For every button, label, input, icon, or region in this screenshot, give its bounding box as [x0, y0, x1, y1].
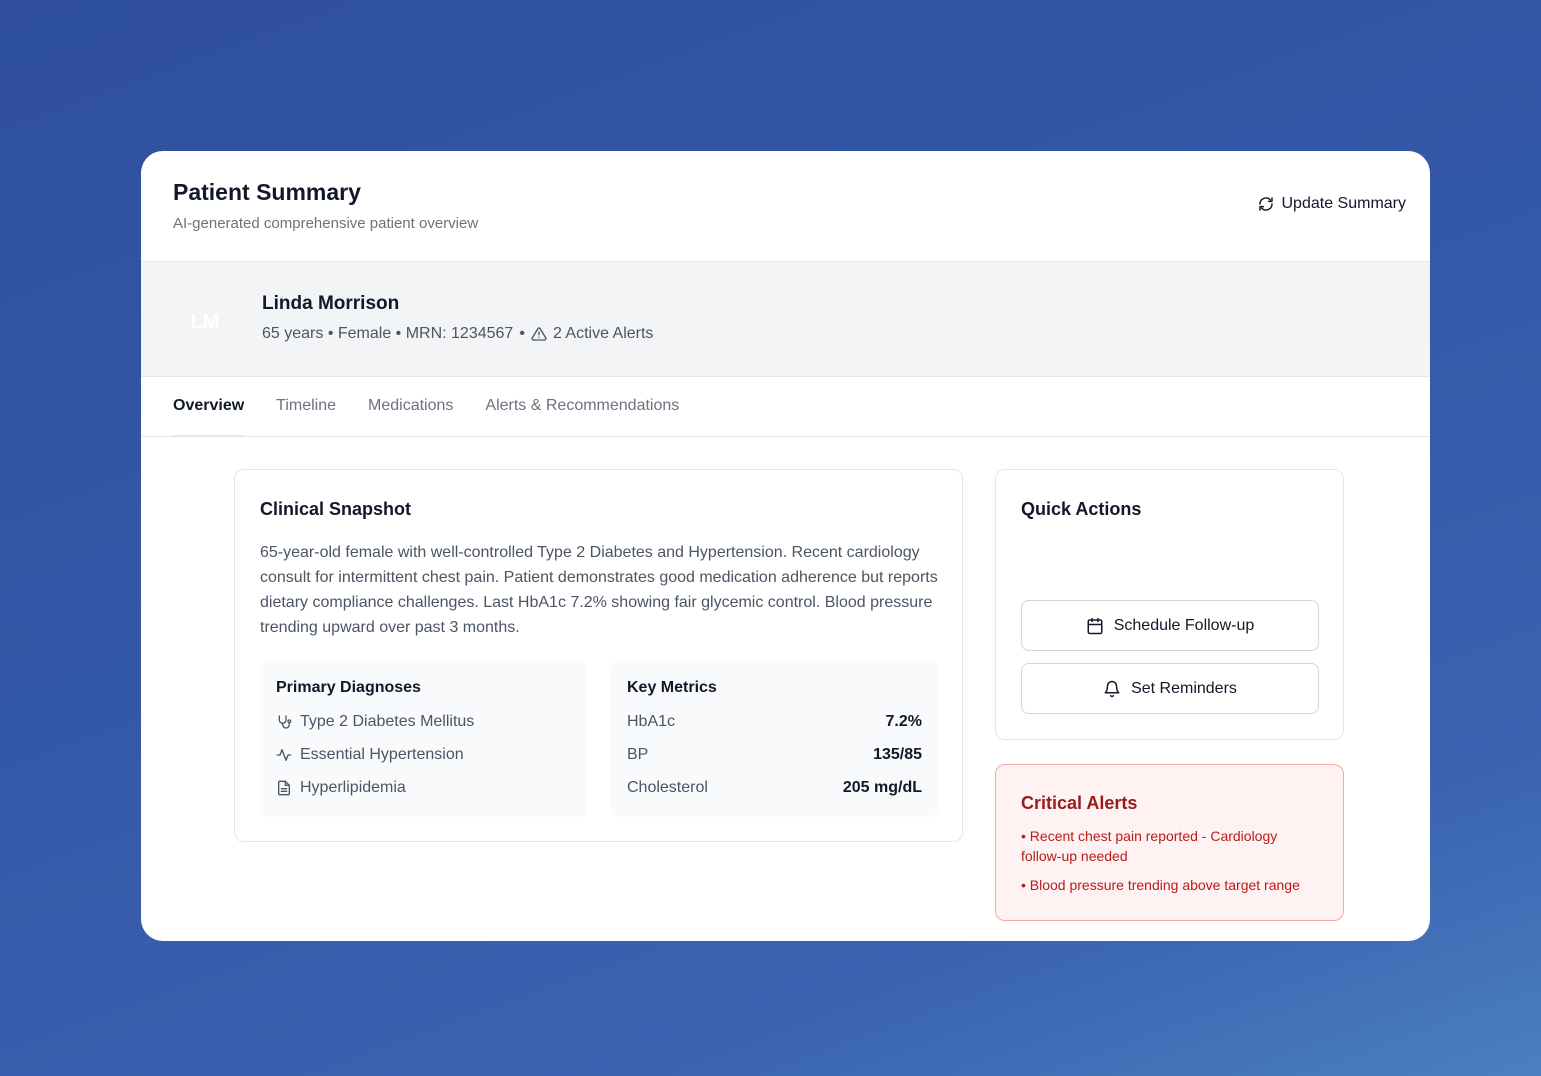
page-subtitle: AI-generated comprehensive patient overv…: [173, 215, 479, 232]
primary-diagnoses-box: Primary Diagnoses Type 2 Diabetes Mellit…: [260, 661, 587, 817]
alert-item: • Recent chest pain reported - Cardiolog…: [1021, 828, 1278, 864]
metric-value: 135/85: [873, 745, 922, 763]
clinical-snapshot-panel: Clinical Snapshot 65-year-old female wit…: [234, 469, 963, 842]
calendar-icon: [1087, 617, 1103, 634]
set-reminders-button[interactable]: Set Reminders: [1021, 663, 1319, 714]
patient-meta: 65 years • Female • MRN: 1234567 • 2 Act…: [262, 325, 653, 343]
list-item: Hyperlipidemia: [276, 771, 571, 804]
diagnosis-label: Hyperlipidemia: [300, 778, 406, 796]
tab-medications[interactable]: Medications: [368, 377, 453, 437]
diagnosis-label: Essential Hypertension: [300, 745, 464, 763]
critical-alerts-panel: Critical Alerts • Recent chest pain repo…: [995, 764, 1344, 921]
diagnosis-label: Type 2 Diabetes Mellitus: [300, 712, 475, 730]
list-item: Essential Hypertension: [276, 738, 571, 771]
activity-icon: [276, 748, 292, 761]
metric-value: 7.2%: [885, 712, 922, 730]
tab-timeline[interactable]: Timeline: [276, 377, 336, 437]
quick-actions-title: Quick Actions: [1021, 499, 1142, 519]
alert-triangle-icon: [531, 327, 547, 341]
quick-actions-panel: Quick Actions Schedule Follow-up Set Rem…: [995, 469, 1344, 740]
update-summary-button[interactable]: Update Summary: [1258, 195, 1407, 213]
patient-name: Linda Morrison: [262, 293, 400, 314]
bell-icon: [1104, 680, 1120, 697]
critical-alerts-title: Critical Alerts: [1021, 793, 1138, 813]
set-reminders-label: Set Reminders: [1131, 679, 1237, 697]
metric-row: BP 135/85: [627, 738, 922, 771]
refresh-icon: [1258, 197, 1273, 211]
schedule-follow-up-label: Schedule Follow-up: [1113, 616, 1255, 634]
tab-overview[interactable]: Overview: [173, 377, 245, 437]
document-icon: [278, 780, 290, 795]
update-summary-label: Update Summary: [1281, 195, 1407, 212]
clinical-snapshot-title: Clinical Snapshot: [260, 499, 412, 519]
metric-row: HbA1c 7.2%: [627, 705, 922, 738]
clinical-snapshot-text: 65-year-old female with well-controlled …: [260, 544, 938, 636]
list-item: Type 2 Diabetes Mellitus: [276, 705, 571, 738]
tab-alerts-recommendations[interactable]: Alerts & Recommendations: [485, 377, 679, 437]
patient-summary-card: Patient Summary AI-generated comprehensi…: [141, 151, 1430, 941]
metric-value: 205 mg/dL: [842, 778, 922, 796]
metric-row: Cholesterol 205 mg/dL: [627, 771, 922, 804]
active-alerts-count[interactable]: 2 Active Alerts: [553, 325, 654, 343]
metric-label: BP: [627, 745, 649, 763]
avatar: LM: [190, 310, 220, 333]
schedule-follow-up-button[interactable]: Schedule Follow-up: [1021, 600, 1319, 651]
tab-bar: Overview Timeline Medications Alerts & R…: [141, 377, 1430, 437]
metric-label: Cholesterol: [627, 778, 708, 796]
alert-item: • Blood pressure trending above target r…: [1021, 877, 1300, 893]
summary-header: Patient Summary AI-generated comprehensi…: [141, 151, 1430, 262]
metric-label: HbA1c: [627, 712, 676, 730]
patient-demographics: 65 years • Female • MRN: 1234567: [262, 325, 514, 342]
key-metrics-title: Key Metrics: [627, 679, 717, 696]
page-title: Patient Summary: [173, 179, 361, 205]
meta-separator: •: [519, 325, 525, 342]
key-metrics-box: Key Metrics HbA1c 7.2% BP 135/85 Cholest…: [611, 661, 938, 817]
primary-diagnoses-title: Primary Diagnoses: [276, 679, 421, 696]
patient-banner: LM: [141, 262, 1430, 377]
stethoscope-icon: [278, 714, 292, 729]
